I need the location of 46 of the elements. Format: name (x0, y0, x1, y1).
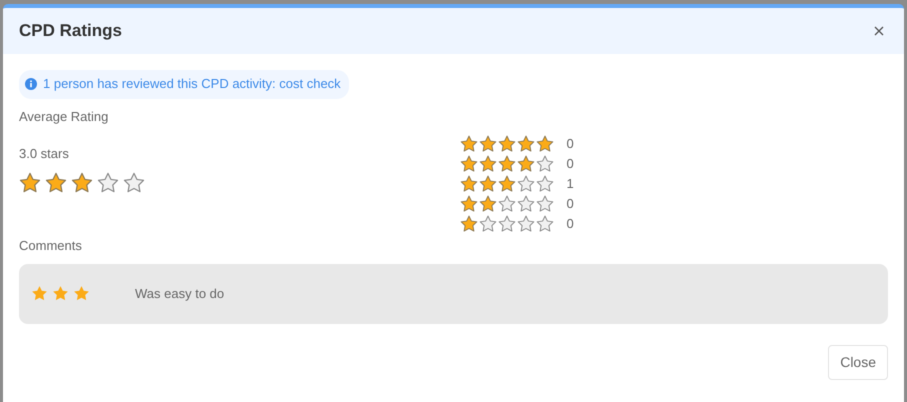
star-icon (498, 195, 516, 213)
star-icon (123, 172, 145, 194)
rating-count: 0 (566, 215, 574, 234)
notice-text: 1 person has reviewed this CPD activity: cost check (43, 75, 341, 93)
star-icon (478, 195, 496, 213)
star-icon (536, 195, 554, 213)
star-icon (19, 172, 41, 194)
star-icon (498, 215, 516, 233)
star-icon (536, 155, 554, 173)
star-icon (31, 285, 48, 302)
star-icon (52, 285, 69, 302)
star-icon (498, 135, 516, 153)
star-icon (460, 155, 478, 173)
star-icon (536, 175, 554, 193)
star-icon (536, 135, 554, 153)
info-icon (25, 78, 37, 90)
star-icon (516, 135, 534, 153)
star-icon (478, 215, 496, 233)
section-label: Comments (19, 237, 83, 255)
star-icon (478, 155, 496, 173)
star-icon (516, 155, 534, 173)
star-icon (460, 135, 478, 153)
star-icon (71, 172, 93, 194)
star-icon (536, 215, 554, 233)
star-icon (516, 215, 534, 233)
star-icon (460, 175, 478, 193)
rating-count: 1 (566, 175, 574, 194)
star-icon (460, 195, 478, 213)
section-label: Average Rating (19, 108, 110, 126)
star-icon (498, 155, 516, 173)
star-icon (516, 175, 534, 193)
star-icon (478, 135, 496, 153)
star-icon (460, 215, 478, 233)
rating-count: 0 (566, 155, 574, 174)
average-reading: 3.0 stars (19, 145, 70, 163)
star-icon (498, 175, 516, 193)
star-icon (478, 175, 496, 193)
rating-count: 0 (566, 195, 574, 214)
star-icon (73, 285, 90, 302)
close-button[interactable]: Close (828, 344, 888, 380)
star-icon (516, 195, 534, 213)
dialog-title: CPD Ratings (19, 20, 122, 42)
rating-count: 0 (566, 135, 574, 154)
comment-text: Was easy to do (135, 284, 224, 303)
star-icon (45, 172, 67, 194)
star-icon (97, 172, 119, 194)
